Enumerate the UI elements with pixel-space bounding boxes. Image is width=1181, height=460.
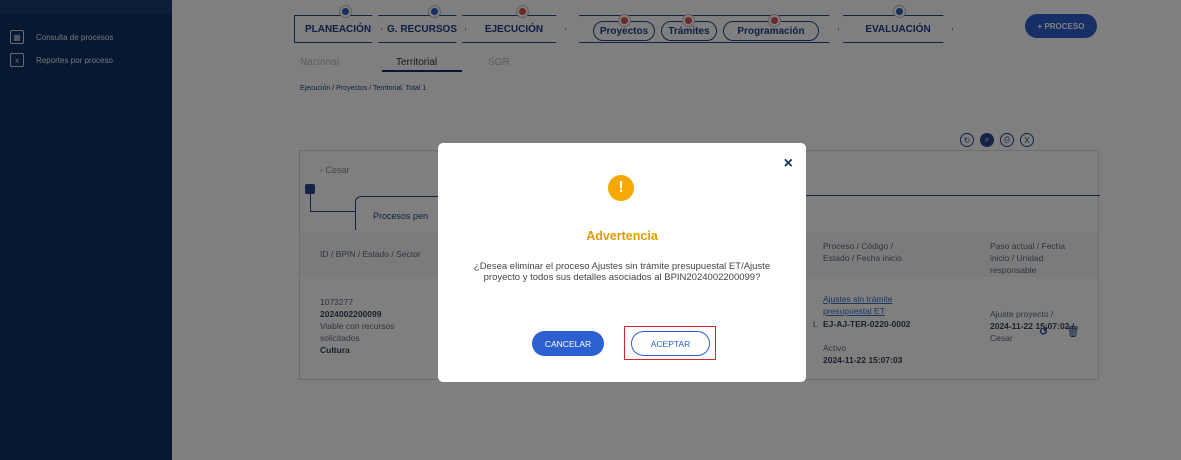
accept-label: ACEPTAR: [650, 338, 691, 349]
dialog-message: ¿Desea eliminar el proceso Ajustes sin t…: [473, 261, 771, 283]
accept-button[interactable]: ACEPTAR: [631, 331, 710, 356]
close-icon[interactable]: ×: [784, 155, 793, 173]
cancel-button[interactable]: CANCELAR: [532, 331, 604, 356]
dialog-title: Advertencia: [586, 229, 658, 243]
warning-dialog: × ! Advertencia ¿Desea eliminar el proce…: [438, 143, 806, 382]
cancel-label: CANCELAR: [544, 338, 592, 349]
warning-icon: !: [608, 175, 634, 201]
